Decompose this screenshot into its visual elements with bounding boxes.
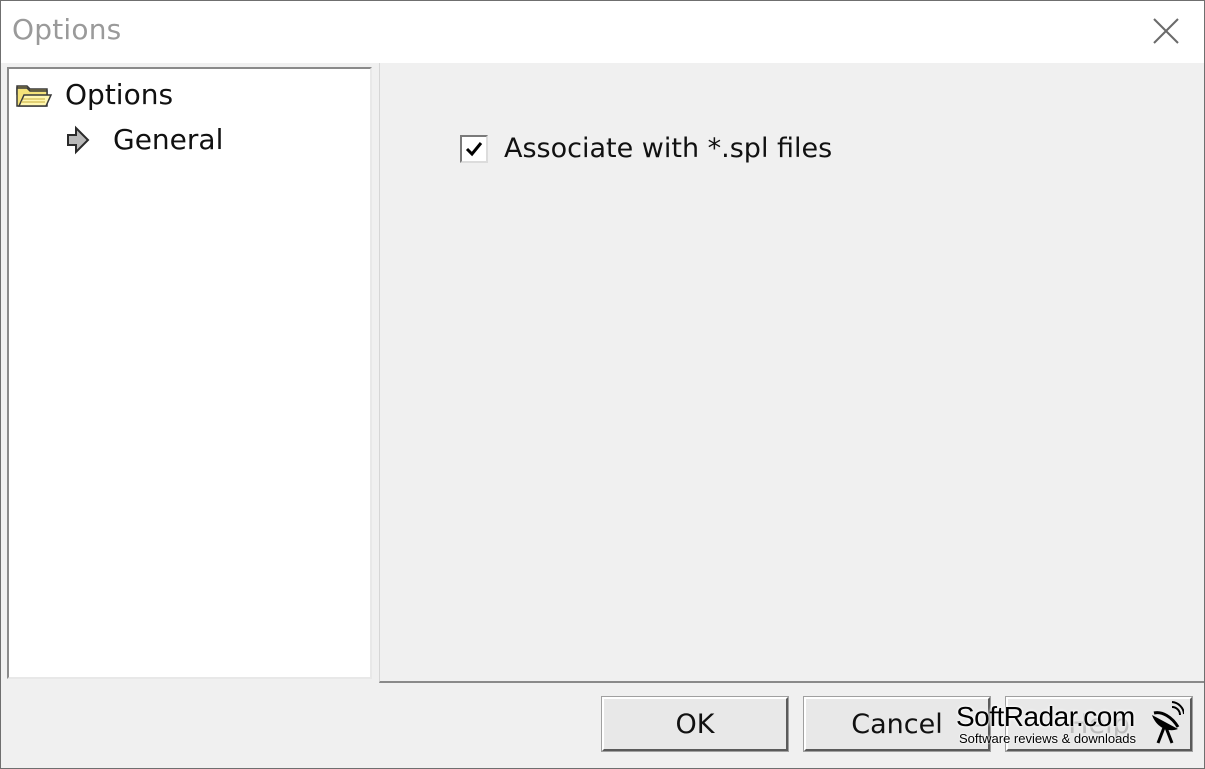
folder-open-icon: [16, 85, 53, 107]
tree-item-options[interactable]: Options: [15, 77, 173, 113]
watermark-subtitle: Software reviews & downloads: [959, 731, 1137, 746]
close-button[interactable]: [1148, 13, 1184, 49]
options-dialog: Options Options General Associate with *…: [0, 0, 1205, 769]
title-bar: Options: [1, 1, 1204, 63]
options-tree[interactable]: Options General: [7, 67, 372, 679]
associate-spl-option[interactable]: Associate with *.spl files: [460, 133, 832, 164]
tree-item-general[interactable]: General: [65, 122, 223, 158]
ok-button[interactable]: OK: [601, 696, 789, 752]
tree-item-label: Options: [65, 78, 174, 111]
settings-panel: Associate with *.spl files: [379, 63, 1204, 683]
satellite-dish-icon: [1152, 701, 1184, 744]
window-title: Options: [12, 13, 122, 46]
associate-spl-label: Associate with *.spl files: [504, 133, 833, 164]
checkmark-icon: [465, 141, 483, 156]
associate-spl-checkbox[interactable]: [460, 134, 488, 163]
tree-item-label: General: [113, 123, 224, 156]
close-icon: [1153, 18, 1179, 44]
softradar-watermark: SoftRadar.com Software reviews & downloa…: [956, 701, 1186, 751]
watermark-title: SoftRadar.com: [956, 701, 1135, 732]
arrow-right-icon: [67, 125, 90, 155]
